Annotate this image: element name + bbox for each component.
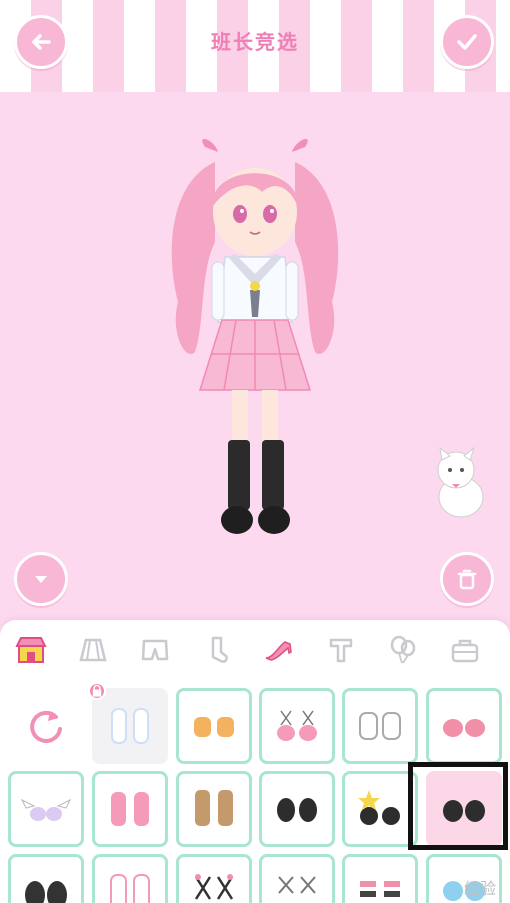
reset-icon <box>30 710 62 743</box>
selection-highlight <box>408 762 508 850</box>
category-shop[interactable] <box>0 620 62 680</box>
cat-pet[interactable] <box>437 446 484 518</box>
heart-lace-shoes-icon <box>194 874 234 900</box>
item-heart-lace-shoes[interactable] <box>176 854 252 903</box>
item-pink-sneakers[interactable] <box>92 771 168 847</box>
star-shoes-icon <box>358 790 400 825</box>
shirt-icon <box>329 638 353 663</box>
pink-flats-icon <box>443 719 485 737</box>
page-title: 班长竞选 <box>211 30 299 54</box>
chevron-down-icon <box>35 576 47 583</box>
collapse-button[interactable] <box>14 552 68 606</box>
category-bar <box>0 620 510 680</box>
item-brown-boots[interactable] <box>176 771 252 847</box>
white-sandals-icon <box>359 712 401 740</box>
category-bag[interactable] <box>434 620 496 680</box>
watermark: 经验 <box>463 879 496 898</box>
black-cat-shoes-icon <box>25 881 67 903</box>
item-winged-shoes[interactable] <box>8 771 84 847</box>
category-socks[interactable] <box>186 620 248 680</box>
category-shoes[interactable] <box>248 620 310 680</box>
item-black-cat-shoes[interactable] <box>8 854 84 903</box>
item-orange-sandals[interactable] <box>176 688 252 764</box>
item-white-sneakers[interactable] <box>88 682 168 764</box>
white-sneakers-icon <box>111 708 149 744</box>
reset-button[interactable] <box>8 688 84 764</box>
delete-button[interactable] <box>440 552 494 606</box>
item-lace-up-shoes[interactable] <box>259 854 335 903</box>
back-button[interactable] <box>14 15 68 69</box>
item-white-pink-shoes[interactable] <box>92 854 168 903</box>
sock-icon <box>211 636 228 663</box>
checkmark-icon <box>457 34 477 50</box>
item-pink-flats[interactable] <box>426 688 502 764</box>
winged-shoes-icon <box>20 798 72 821</box>
pink-sneakers-icon <box>111 792 149 826</box>
item-pink-ribbon-shoes[interactable] <box>259 688 335 764</box>
item-white-sandals[interactable] <box>342 688 418 764</box>
pink-ribbon-shoes-icon <box>277 710 317 741</box>
lock-icon <box>88 682 106 700</box>
shorts-icon <box>141 639 169 661</box>
category-balloons[interactable] <box>372 620 434 680</box>
high-heel-icon <box>265 641 292 661</box>
item-black-pink-shoes[interactable] <box>342 854 418 903</box>
lace-up-shoes-icon <box>278 876 316 894</box>
item-black-mary-janes[interactable] <box>259 771 335 847</box>
dress-up-stage <box>0 92 510 620</box>
bag-icon <box>451 639 479 663</box>
brown-boots-icon <box>195 790 233 826</box>
category-skirt[interactable] <box>62 620 124 680</box>
awning-scallop <box>0 80 510 92</box>
white-pink-shoes-icon <box>110 874 150 903</box>
item-star-shoes[interactable] <box>342 771 418 847</box>
orange-sandals-icon <box>194 717 234 737</box>
category-shorts[interactable] <box>124 620 186 680</box>
balloon-icon <box>390 635 416 664</box>
back-arrow-icon <box>32 34 51 50</box>
confirm-button[interactable] <box>440 15 494 69</box>
black-mary-janes-icon <box>277 798 317 822</box>
shop-icon <box>15 637 47 663</box>
category-tops[interactable] <box>310 620 372 680</box>
skirt-icon <box>79 638 107 662</box>
trash-icon <box>457 569 477 590</box>
character-figure[interactable] <box>0 92 510 620</box>
black-pink-shoes-icon <box>360 881 400 897</box>
